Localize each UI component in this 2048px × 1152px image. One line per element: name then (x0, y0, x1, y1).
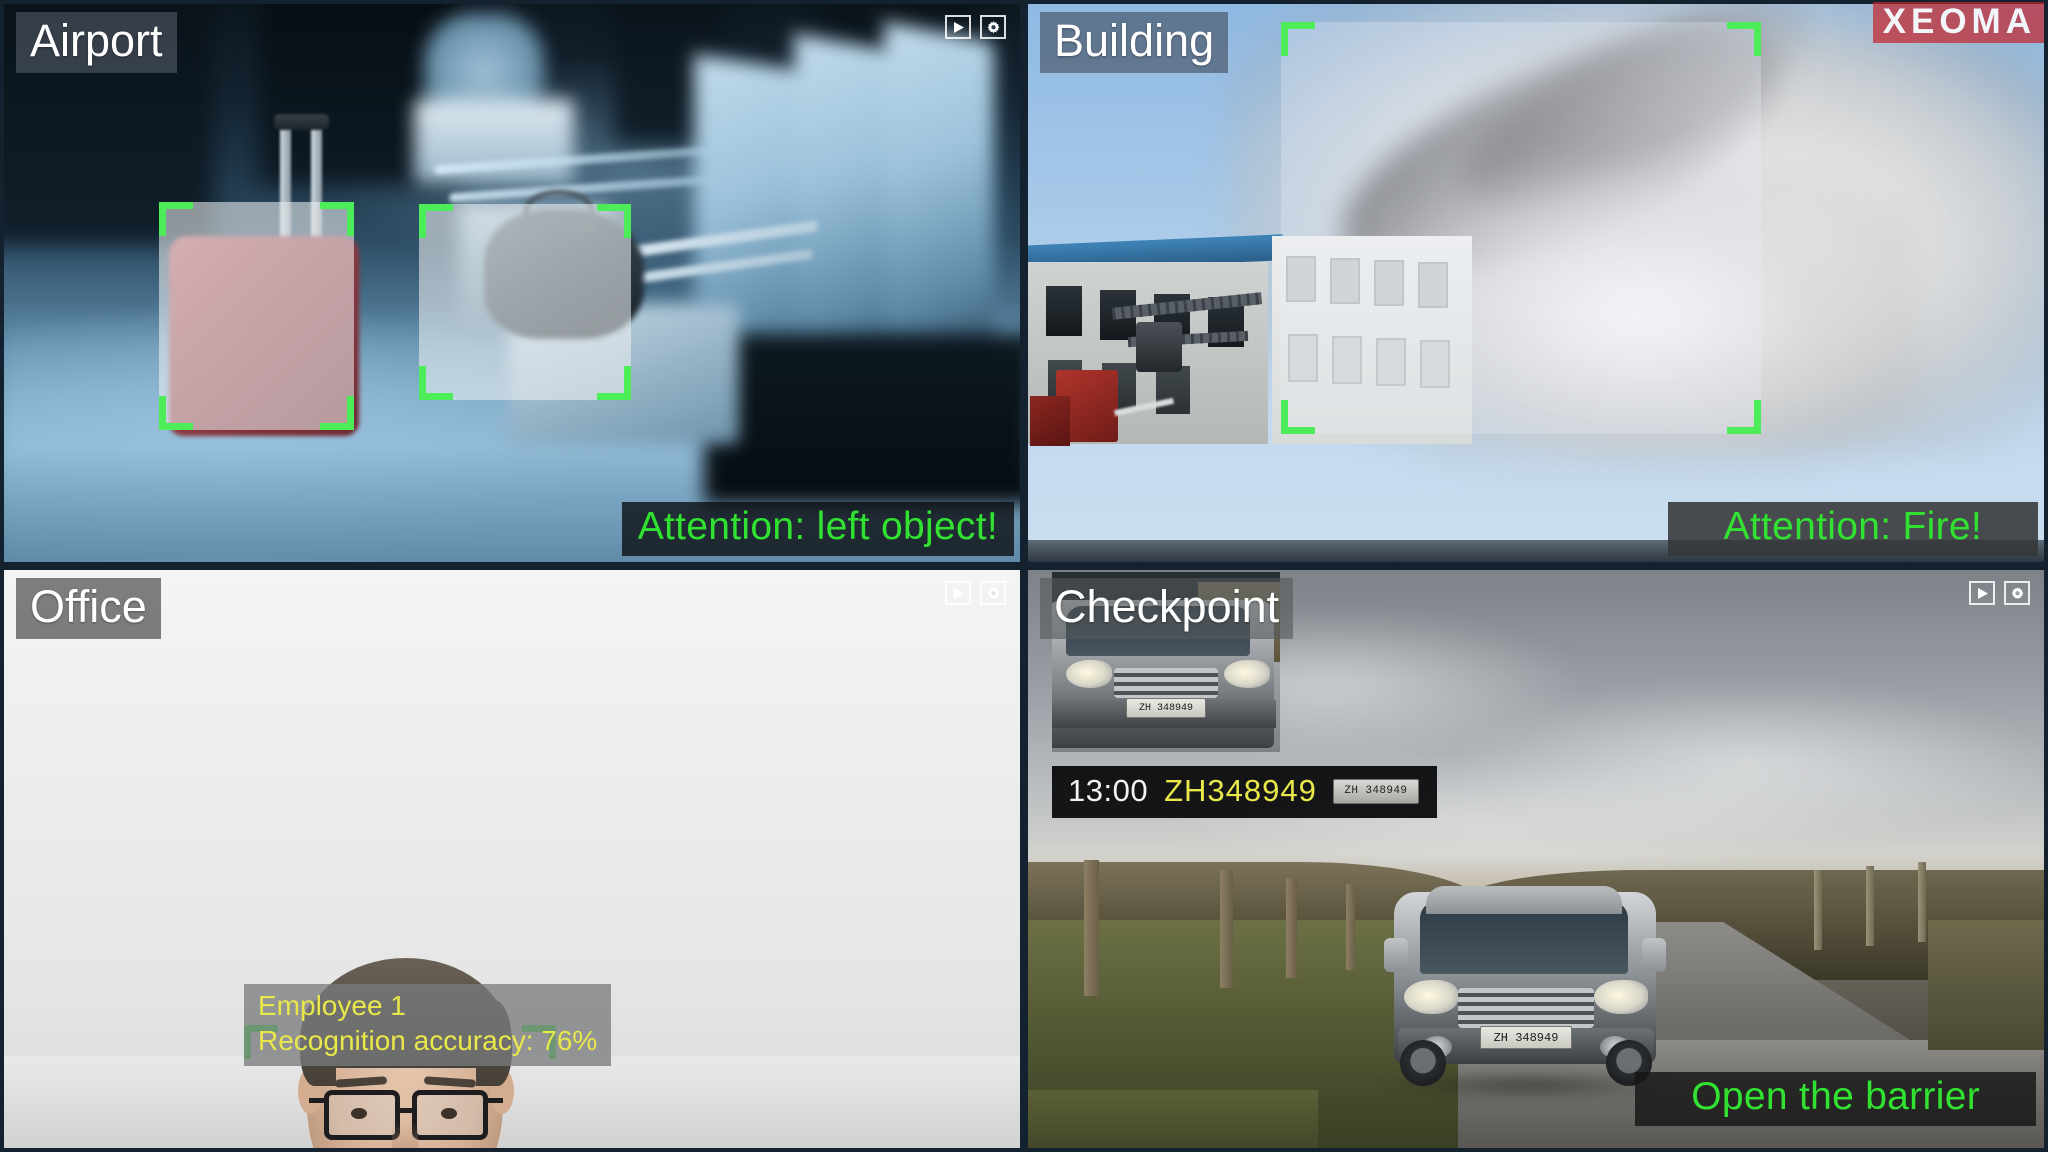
car-license-plate: ZH 348949 (1480, 1026, 1572, 1049)
gear-icon[interactable] (980, 581, 1006, 605)
play-icon[interactable] (945, 15, 971, 39)
gear-icon[interactable] (980, 15, 1006, 39)
building-video-feed (1028, 4, 2044, 562)
panel-title-airport: Airport (16, 12, 177, 73)
recognition-banner: Employee 1 Recognition accuracy: 76% (244, 984, 612, 1066)
airport-video-feed (4, 4, 1020, 562)
panel-controls-airport[interactable] (945, 15, 1006, 39)
camera-panel-airport[interactable]: Airport Attention: left object! (0, 0, 1024, 566)
camera-panel-checkpoint[interactable]: ZH 348949 ZH 348949 13:00 ZH348949 ZH 34… (1024, 566, 2048, 1152)
panel-controls-office[interactable] (945, 581, 1006, 605)
plate-event-number: ZH348949 (1164, 773, 1317, 808)
thumbnail-license-plate: ZH 348949 (1126, 698, 1206, 718)
camera-panel-office[interactable]: Office Employee 1 Recognition accuracy: … (0, 566, 1024, 1152)
play-icon[interactable] (1969, 581, 1995, 605)
panel-title-building: Building (1040, 12, 1229, 73)
gear-icon[interactable] (2004, 581, 2030, 605)
plate-event-time: 13:00 (1068, 773, 1149, 808)
panel-controls-checkpoint[interactable] (1969, 581, 2030, 605)
camera-grid: Airport Attention: left object! Building… (0, 0, 2048, 1152)
camera-panel-building[interactable]: Building Attention: Fire! (1024, 0, 2048, 566)
plate-event-banner: 13:00 ZH348949 ZH 348949 (1052, 766, 1437, 818)
panel-title-office: Office (16, 578, 161, 639)
alert-banner-left-object: Attention: left object! (621, 501, 1014, 556)
alert-banner-fire: Attention: Fire! (1667, 501, 2038, 556)
plate-event-thumbnail: ZH 348949 (1332, 778, 1419, 804)
xeoma-watermark-logo: XEOMA (1872, 2, 2044, 43)
recognition-accuracy: Recognition accuracy: 76% (258, 1025, 598, 1056)
panel-title-checkpoint: Checkpoint (1040, 578, 1294, 639)
play-icon[interactable] (945, 581, 971, 605)
recognition-name: Employee 1 (258, 990, 406, 1021)
alert-banner-open-barrier: Open the barrier (1635, 1071, 2036, 1126)
